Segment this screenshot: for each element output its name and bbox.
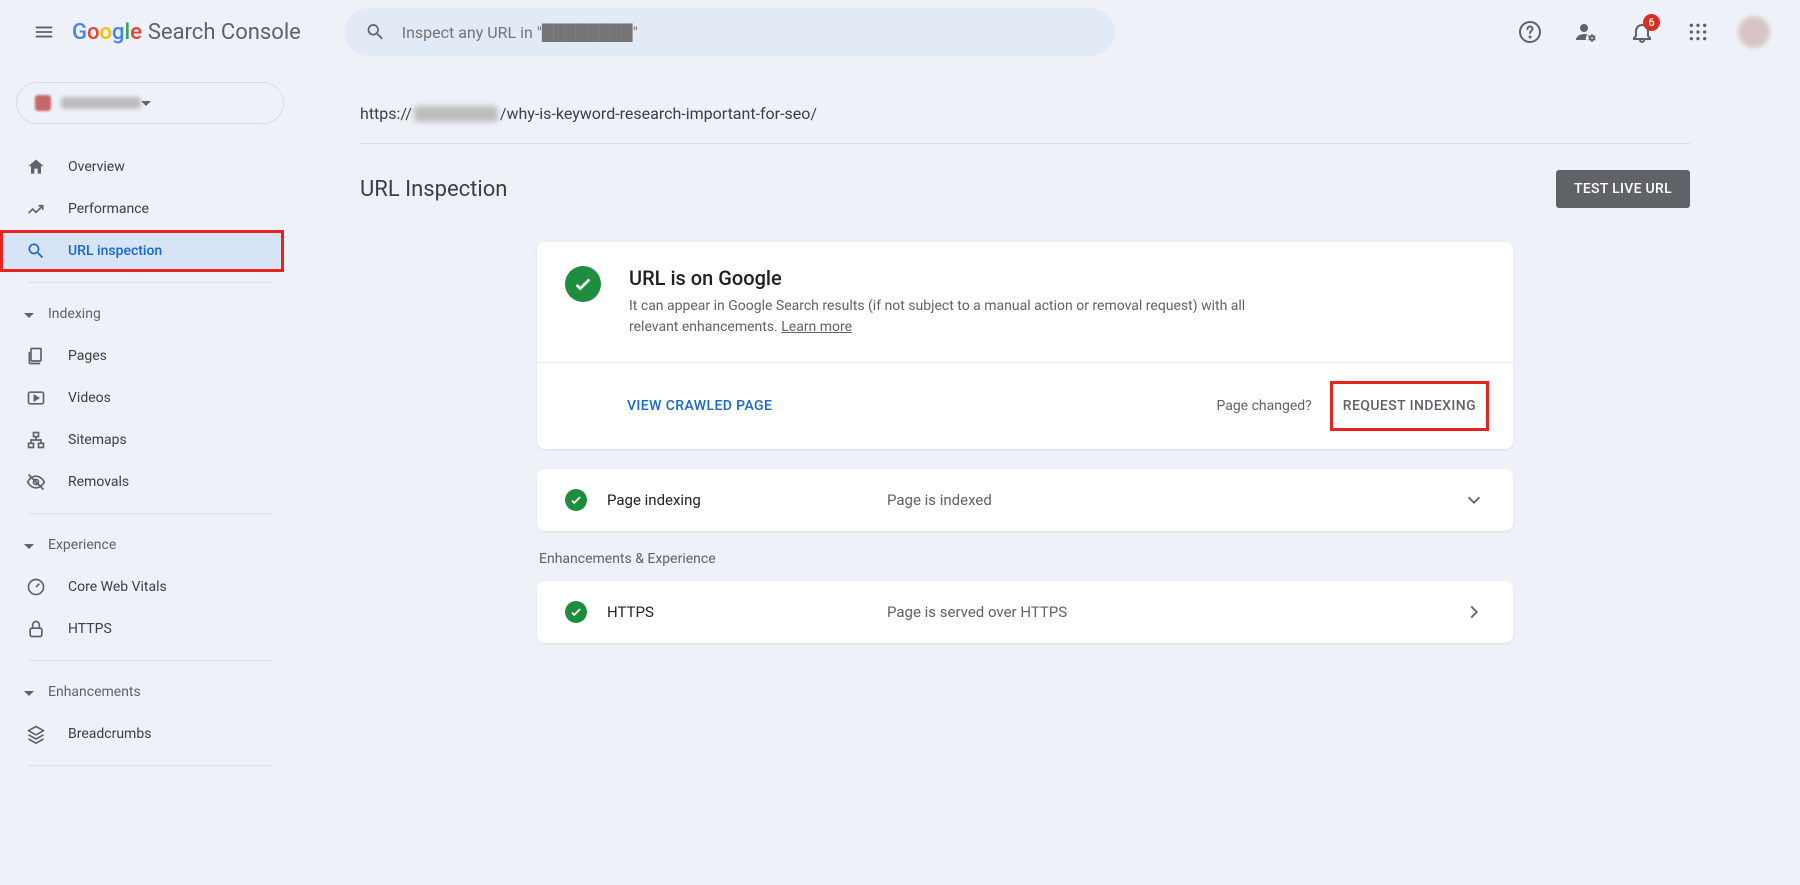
collapse-arrow-icon [24, 691, 34, 696]
request-indexing-button[interactable]: REQUEST INDEXING [1330, 381, 1489, 431]
url-inspect-search-bar[interactable] [345, 8, 1115, 56]
apps-grid-icon [1688, 22, 1708, 42]
sidebar-item-pages[interactable]: Pages [0, 335, 284, 377]
notifications-button[interactable]: 6 [1618, 8, 1666, 56]
sidebar-item-sitemaps[interactable]: Sitemaps [0, 419, 284, 461]
sidebar-item-performance[interactable]: Performance [0, 188, 284, 230]
inspected-url: https:// /why-is-keyword-research-import… [360, 84, 1690, 144]
video-icon [26, 388, 46, 408]
sidebar-item-url-inspection[interactable]: URL inspection [0, 230, 284, 272]
lock-icon [26, 619, 46, 639]
collapse-arrow-icon [24, 544, 34, 549]
sidebar-item-label: Core Web Vitals [68, 579, 167, 595]
chart-line-icon [26, 199, 46, 219]
person-settings-icon [1574, 20, 1598, 44]
sidebar-section-label: Enhancements [48, 684, 141, 700]
property-name-redacted [61, 97, 141, 109]
page-changed-label: Page changed? [1216, 398, 1311, 414]
sidebar-item-label: URL inspection [68, 243, 162, 259]
sidebar-section-indexing[interactable]: Indexing [0, 293, 300, 335]
chevron-down-icon [1463, 489, 1485, 511]
layers-icon [26, 724, 46, 744]
sidebar-item-label: Overview [68, 159, 125, 175]
status-title: URL is on Google [629, 266, 1249, 290]
sidebar-item-removals[interactable]: Removals [0, 461, 284, 503]
hamburger-menu-button[interactable] [20, 8, 68, 56]
help-icon [1518, 20, 1542, 44]
search-icon [26, 241, 46, 261]
url-prefix: https:// [360, 104, 412, 123]
eye-off-icon [26, 472, 46, 492]
sidebar-item-core-web-vitals[interactable]: Core Web Vitals [0, 566, 284, 608]
dropdown-arrow-icon [141, 101, 151, 106]
sidebar-item-overview[interactable]: Overview [0, 146, 284, 188]
property-selector[interactable] [16, 82, 284, 124]
sidebar-item-https[interactable]: HTTPS [0, 608, 284, 650]
account-avatar[interactable] [1738, 16, 1770, 48]
search-input[interactable] [402, 23, 1095, 42]
help-button[interactable] [1506, 8, 1554, 56]
users-settings-button[interactable] [1562, 8, 1610, 56]
product-name: Search Console [148, 20, 301, 45]
sidebar-section-enhancements[interactable]: Enhancements [0, 671, 300, 713]
success-check-icon [565, 601, 587, 623]
sidebar-item-label: Performance [68, 201, 149, 217]
chevron-right-icon [1463, 601, 1485, 623]
row-value: Page is served over HTTPS [887, 603, 1443, 621]
property-favicon [35, 95, 51, 111]
sidebar-item-videos[interactable]: Videos [0, 377, 284, 419]
sidebar-item-breadcrumbs[interactable]: Breadcrumbs [0, 713, 284, 755]
speedometer-icon [26, 577, 46, 597]
https-row[interactable]: HTTPS Page is served over HTTPS [537, 581, 1513, 643]
sidebar-item-label: Removals [68, 474, 129, 490]
url-domain-redacted [414, 106, 498, 122]
pages-icon [26, 346, 46, 366]
sidebar-item-label: HTTPS [68, 621, 112, 637]
enhancements-section-heading: Enhancements & Experience [539, 551, 1513, 567]
page-indexing-row[interactable]: Page indexing Page is indexed [537, 469, 1513, 531]
learn-more-link[interactable]: Learn more [781, 319, 852, 335]
view-crawled-page-button[interactable]: VIEW CRAWLED PAGE [627, 398, 772, 414]
url-suffix: /why-is-keyword-research-important-for-s… [500, 104, 817, 123]
notification-badge: 6 [1643, 14, 1660, 31]
sidebar-section-label: Indexing [48, 306, 101, 322]
test-live-url-button[interactable]: TEST LIVE URL [1556, 170, 1690, 208]
success-check-icon [565, 489, 587, 511]
row-label: Page indexing [607, 491, 867, 509]
apps-button[interactable] [1674, 8, 1722, 56]
sitemap-icon [26, 430, 46, 450]
page-title: URL Inspection [360, 177, 507, 202]
sidebar-section-label: Experience [48, 537, 116, 553]
status-card: URL is on Google It can appear in Google… [537, 242, 1513, 449]
sidebar-section-experience[interactable]: Experience [0, 524, 300, 566]
home-icon [26, 157, 46, 177]
row-label: HTTPS [607, 603, 867, 621]
sidebar-item-label: Videos [68, 390, 111, 406]
status-description: It can appear in Google Search results (… [629, 296, 1249, 338]
menu-icon [33, 21, 55, 43]
row-value: Page is indexed [887, 491, 1443, 509]
sidebar-item-label: Sitemaps [68, 432, 127, 448]
success-check-icon [565, 266, 601, 302]
google-search-console-logo[interactable]: Google Search Console [72, 20, 301, 45]
sidebar-item-label: Pages [68, 348, 107, 364]
sidebar-item-label: Breadcrumbs [68, 726, 151, 742]
search-icon [365, 21, 386, 43]
collapse-arrow-icon [24, 313, 34, 318]
